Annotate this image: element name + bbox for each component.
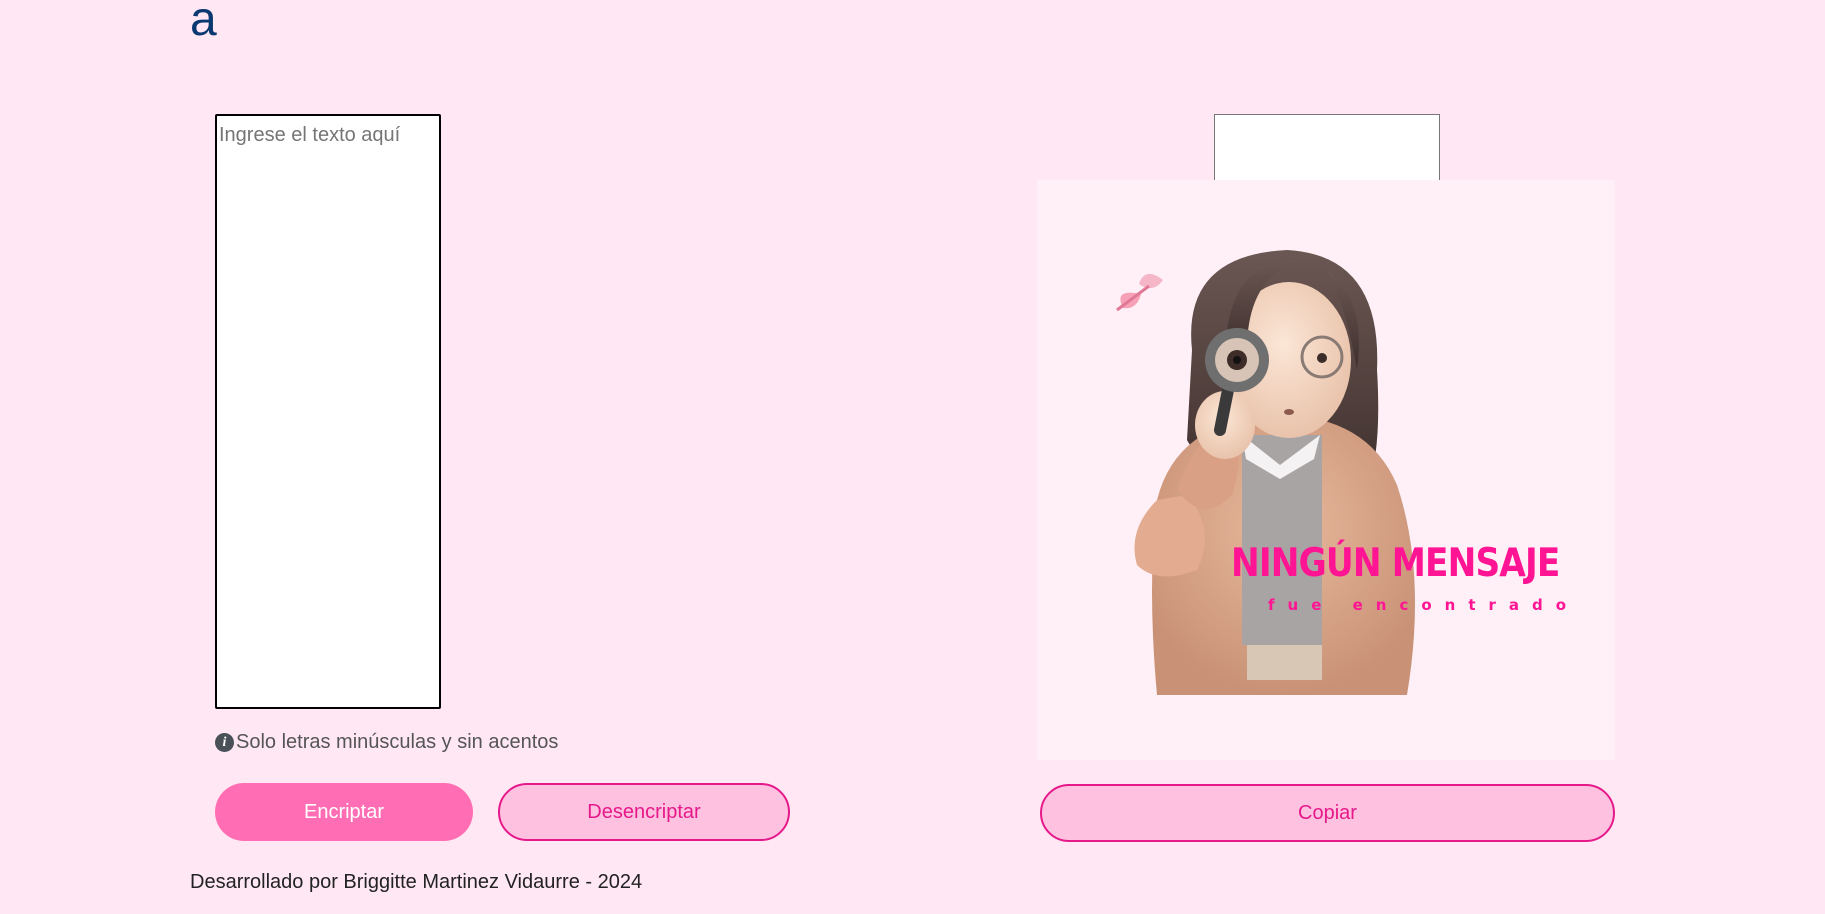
decrypt-button[interactable]: Desencriptar (498, 783, 790, 841)
info-note-text: Solo letras minúsculas y sin acentos (236, 731, 559, 753)
detective-girl-image (1116, 250, 1415, 695)
info-note: i Solo letras minúsculas y sin acentos (215, 731, 558, 754)
footer-credit: Desarrollado por Briggitte Martinez Vida… (190, 871, 643, 893)
logo[interactable]: a (190, 0, 217, 44)
page: a i Solo letras minúsculas y sin acentos… (0, 0, 1825, 914)
text-input[interactable] (215, 114, 441, 709)
encrypt-button[interactable]: Encriptar (215, 783, 473, 841)
no-message-title: NINGÚN MENSAJE (1231, 541, 1560, 586)
info-circle-icon: i (215, 733, 234, 752)
no-message-illustration (1037, 180, 1615, 760)
output-textarea[interactable] (1214, 114, 1440, 181)
copy-button[interactable]: Copiar (1040, 784, 1615, 842)
no-message-subtitle: fue encontrado (1268, 596, 1580, 614)
